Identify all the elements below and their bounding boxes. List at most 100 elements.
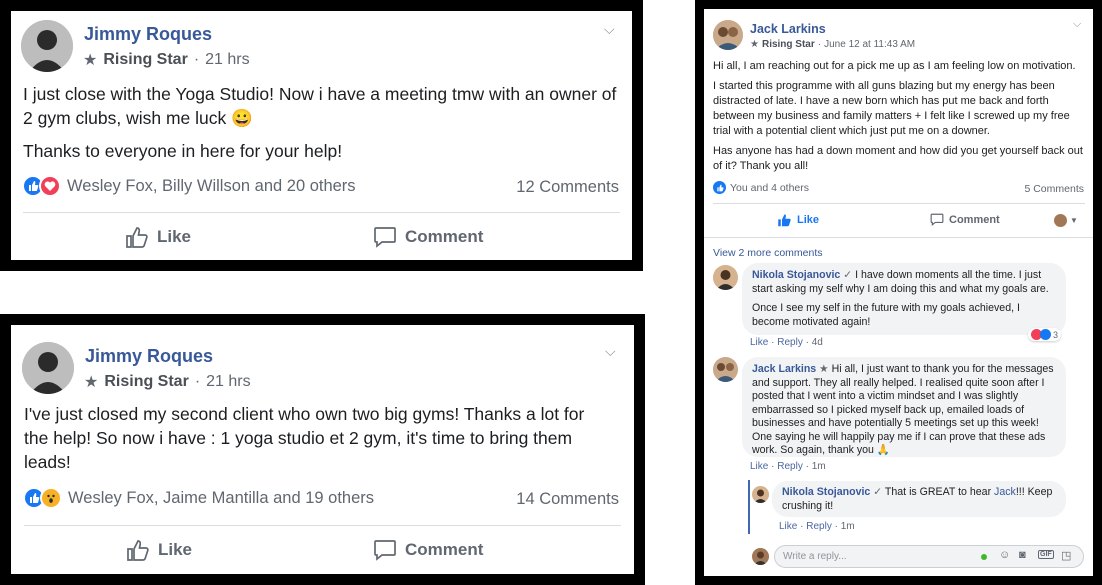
post-paragraph: Thanks to everyone in here for your help… (23, 141, 343, 161)
comment-icon (374, 227, 396, 248)
sticker-icon[interactable]: ◳ (1061, 549, 1071, 562)
comment-age: 1m (811, 461, 826, 472)
like-label: Like (157, 227, 192, 246)
post-time[interactable]: June 12 at 11:43 AM (824, 39, 915, 50)
comment-text: Hi all, I just want to thank you for the… (752, 363, 1054, 456)
star-icon: ★ (750, 39, 759, 50)
comment-like-link[interactable]: Like (750, 461, 768, 472)
star-icon: ★ (819, 363, 829, 375)
comment-age: 4d (811, 337, 823, 348)
post-time[interactable]: 21 hrs (205, 51, 249, 69)
divider (24, 525, 621, 526)
reactors-text[interactable]: Wesley Fox, Billy Willson and 20 others (67, 177, 356, 196)
wow-reaction-icon (40, 487, 62, 509)
comment-button[interactable]: Comment (930, 213, 1000, 226)
emoji-icon[interactable]: ☺ (999, 549, 1010, 561)
author-name[interactable]: Jimmy Roques (84, 24, 212, 45)
post-paragraph: I just close with the Yoga Studio! Now i… (23, 84, 617, 128)
gif-icon[interactable]: GIF (1038, 550, 1054, 559)
divider (23, 212, 620, 213)
comments-count[interactable]: 5 Comments (1024, 183, 1084, 195)
post-paragraph: Hi all, I am reaching out for a pick me … (713, 60, 1076, 72)
comments-count[interactable]: 12 Comments (516, 178, 619, 197)
reply-input[interactable]: Write a reply... (783, 551, 847, 562)
comment-label: Comment (405, 227, 484, 246)
view-more-comments-link[interactable]: View 2 more comments (713, 247, 823, 259)
reactors-text[interactable]: Wesley Fox, Jaime Mantilla and 19 others (68, 489, 374, 508)
comment-author[interactable]: Nikola Stojanovic (782, 486, 870, 498)
author-avatar[interactable] (21, 20, 73, 72)
reply-input-box[interactable]: Write a reply... ☺ ◙ GIF ◳ (774, 545, 1084, 568)
reply-bubble: Nikola Stojanovic ✓ That is GREAT to hea… (772, 481, 1066, 517)
badge-label: Rising Star (761, 39, 815, 50)
camera-icon[interactable]: ◙ (1019, 549, 1026, 561)
separator: · (194, 373, 201, 390)
badge-label: Rising Star (104, 373, 189, 390)
author-avatar[interactable] (713, 20, 743, 50)
post-body: Hi all, I am reaching out for a pick me … (713, 59, 1085, 179)
love-reaction-icon (39, 175, 61, 197)
chevron-down-icon[interactable]: ⌵ (1073, 18, 1081, 31)
comment-label: Comment (949, 213, 1000, 226)
divider (704, 237, 1093, 238)
post-body: I just close with the Yoga Studio! Now i… (23, 82, 623, 172)
verified-icon: ✓ (873, 486, 883, 498)
comment-bubble: Nikola Stojanovic ✓ I have down moments … (742, 263, 1066, 335)
author-name[interactable]: Jimmy Roques (85, 346, 213, 367)
comment-icon (374, 540, 396, 561)
comment-bubble: Jack Larkins ★ Hi all, I just want to th… (742, 357, 1066, 457)
separator: · (193, 51, 200, 68)
avatar (752, 548, 769, 565)
avatar[interactable] (713, 357, 738, 382)
like-reaction-icon (713, 181, 726, 194)
post-as-selector[interactable]: ▼ (1054, 214, 1078, 227)
chevron-down-icon[interactable]: ⌵ (604, 21, 615, 38)
star-icon: ★ (83, 52, 98, 69)
avatar (1054, 214, 1067, 227)
comment-text: That is GREAT to hear (884, 486, 995, 498)
reply-thread-line (748, 480, 750, 534)
chevron-down-icon[interactable]: ⌵ (605, 343, 616, 360)
author-avatar[interactable] (22, 342, 74, 394)
comment-button[interactable]: Comment (373, 539, 483, 561)
comment-age: 1m (840, 521, 855, 532)
like-reaction-icon (1040, 329, 1051, 340)
post-paragraph: I've just closed my second client who ow… (24, 404, 585, 472)
post-card-2: Jimmy Roques ★ Rising Star · 21 hrs ⌵ I'… (11, 325, 634, 574)
post-meta: ★ Rising Star · 21 hrs (84, 372, 251, 392)
like-label: Like (158, 540, 193, 559)
comment-icon (930, 213, 944, 226)
comment-reply-link[interactable]: Reply (777, 461, 803, 472)
like-button[interactable]: Like (126, 539, 192, 561)
comment-reply-link[interactable]: Reply (777, 337, 803, 348)
comment-reactions[interactable]: 3 (1028, 328, 1062, 341)
thumbs-up-icon (127, 540, 149, 561)
comment-author[interactable]: Jack Larkins (752, 363, 816, 375)
comment-actions: Like · Reply · 1m (779, 521, 855, 532)
reaction-summary[interactable]: Wesley Fox, Jaime Mantilla and 19 others (23, 487, 374, 509)
comments-count[interactable]: 14 Comments (516, 490, 619, 509)
badge-label: Rising Star (103, 51, 188, 68)
comment-like-link[interactable]: Like (779, 521, 797, 532)
comment-author[interactable]: Nikola Stojanovic (752, 269, 840, 281)
comment-reply-link[interactable]: Reply (806, 521, 832, 532)
avatar[interactable] (713, 265, 738, 290)
like-label: Like (797, 214, 820, 226)
reaction-summary[interactable]: You and 4 others (713, 181, 809, 194)
online-status-icon (981, 554, 987, 560)
like-button[interactable]: Like (125, 226, 191, 248)
reactors-text[interactable]: You and 4 others (730, 182, 809, 194)
post-time[interactable]: 21 hrs (206, 373, 250, 391)
comment-button[interactable]: Comment (373, 226, 483, 248)
comment-like-link[interactable]: Like (750, 337, 768, 348)
thumbs-up-icon (126, 227, 148, 248)
post-card-3: Jack Larkins ★ Rising Star · June 12 at … (704, 9, 1093, 576)
thumbs-up-icon (778, 214, 791, 227)
author-name[interactable]: Jack Larkins (750, 22, 826, 36)
avatar[interactable] (752, 486, 769, 503)
reaction-summary[interactable]: Wesley Fox, Billy Willson and 20 others (22, 175, 356, 197)
mention-link[interactable]: Jack (994, 486, 1016, 498)
comment-actions: Like · Reply · 1m (750, 461, 826, 472)
comment-text: Once I see my self in the future with my… (752, 302, 1020, 328)
like-button[interactable]: Like (777, 213, 819, 227)
